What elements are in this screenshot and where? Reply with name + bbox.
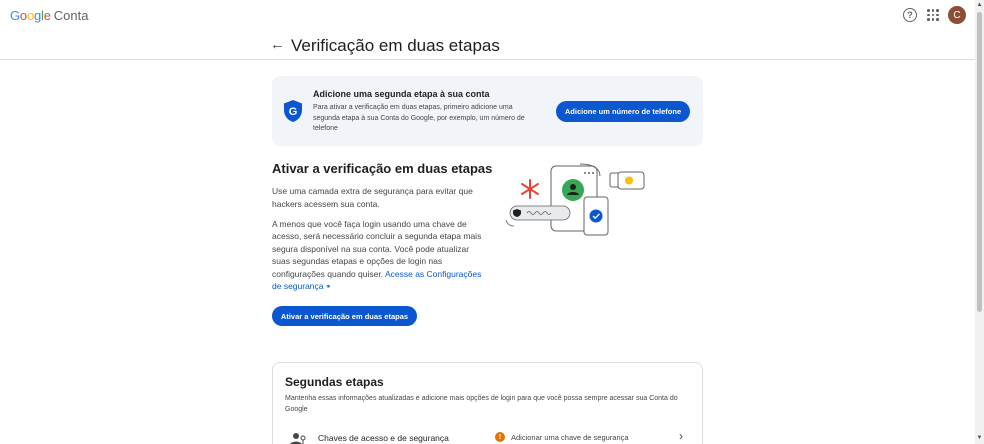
product-name: Conta [53,8,89,23]
activate-2sv-button[interactable]: Ativar a verificação em duas etapas [272,306,417,326]
add-second-step-banner: G Adicione uma segunda etapa à sua conta… [272,76,703,146]
shield-icon: G [284,100,302,122]
second-steps-card: Segundas etapas Mantenha essas informaçõ… [272,362,703,444]
page-title: Verificação em duas etapas [291,36,500,55]
banner-title: Adicione uma segunda etapa à sua conta [313,89,490,99]
passkeys-status: Adicionar uma chave de segurança [511,433,629,442]
arrow-back-icon[interactable]: ← [270,37,285,52]
passkey-person-icon [290,433,306,444]
page-scrollbar[interactable]: ▲ ▼ [975,0,984,444]
activate-detail-text: A menos que você faça login usando uma c… [272,218,487,294]
svg-text:G: G [289,106,298,118]
account-avatar[interactable]: C [948,6,966,24]
chevron-right-icon: › [679,429,683,443]
help-icon[interactable]: ? [903,8,917,22]
scroll-down-icon[interactable]: ▼ [976,434,983,442]
google-wordmark: Google [10,8,51,23]
list-item-passkeys[interactable]: Chaves de acesso e de segurança ! Adicio… [273,427,702,444]
add-phone-number-button[interactable]: Adicione um número de telefone [556,101,690,122]
apps-grid-icon[interactable] [927,9,939,21]
second-steps-description: Mantenha essas informações atualizadas e… [285,395,678,413]
activate-intro-text: Use uma camada extra de segurança para e… [272,186,473,209]
second-steps-title: Segundas etapas [285,375,384,389]
top-app-bar: Google Conta ? C [0,0,975,30]
passkeys-label: Chaves de acesso e de segurança [318,433,449,443]
warning-icon: ! [495,432,505,442]
scroll-thumb[interactable] [977,12,982,312]
scroll-up-icon[interactable]: ▲ [976,1,983,9]
google-account-logo[interactable]: Google Conta [10,8,88,23]
link-chain-icon: ⚭ [323,284,332,292]
two-step-illustration-icon [505,163,645,236]
banner-text: Para ativar a verificação em duas etapas… [313,104,525,132]
activate-section-title: Ativar a verificação em duas etapas [272,161,493,176]
page-header: ← Verificação em duas etapas [0,30,975,60]
